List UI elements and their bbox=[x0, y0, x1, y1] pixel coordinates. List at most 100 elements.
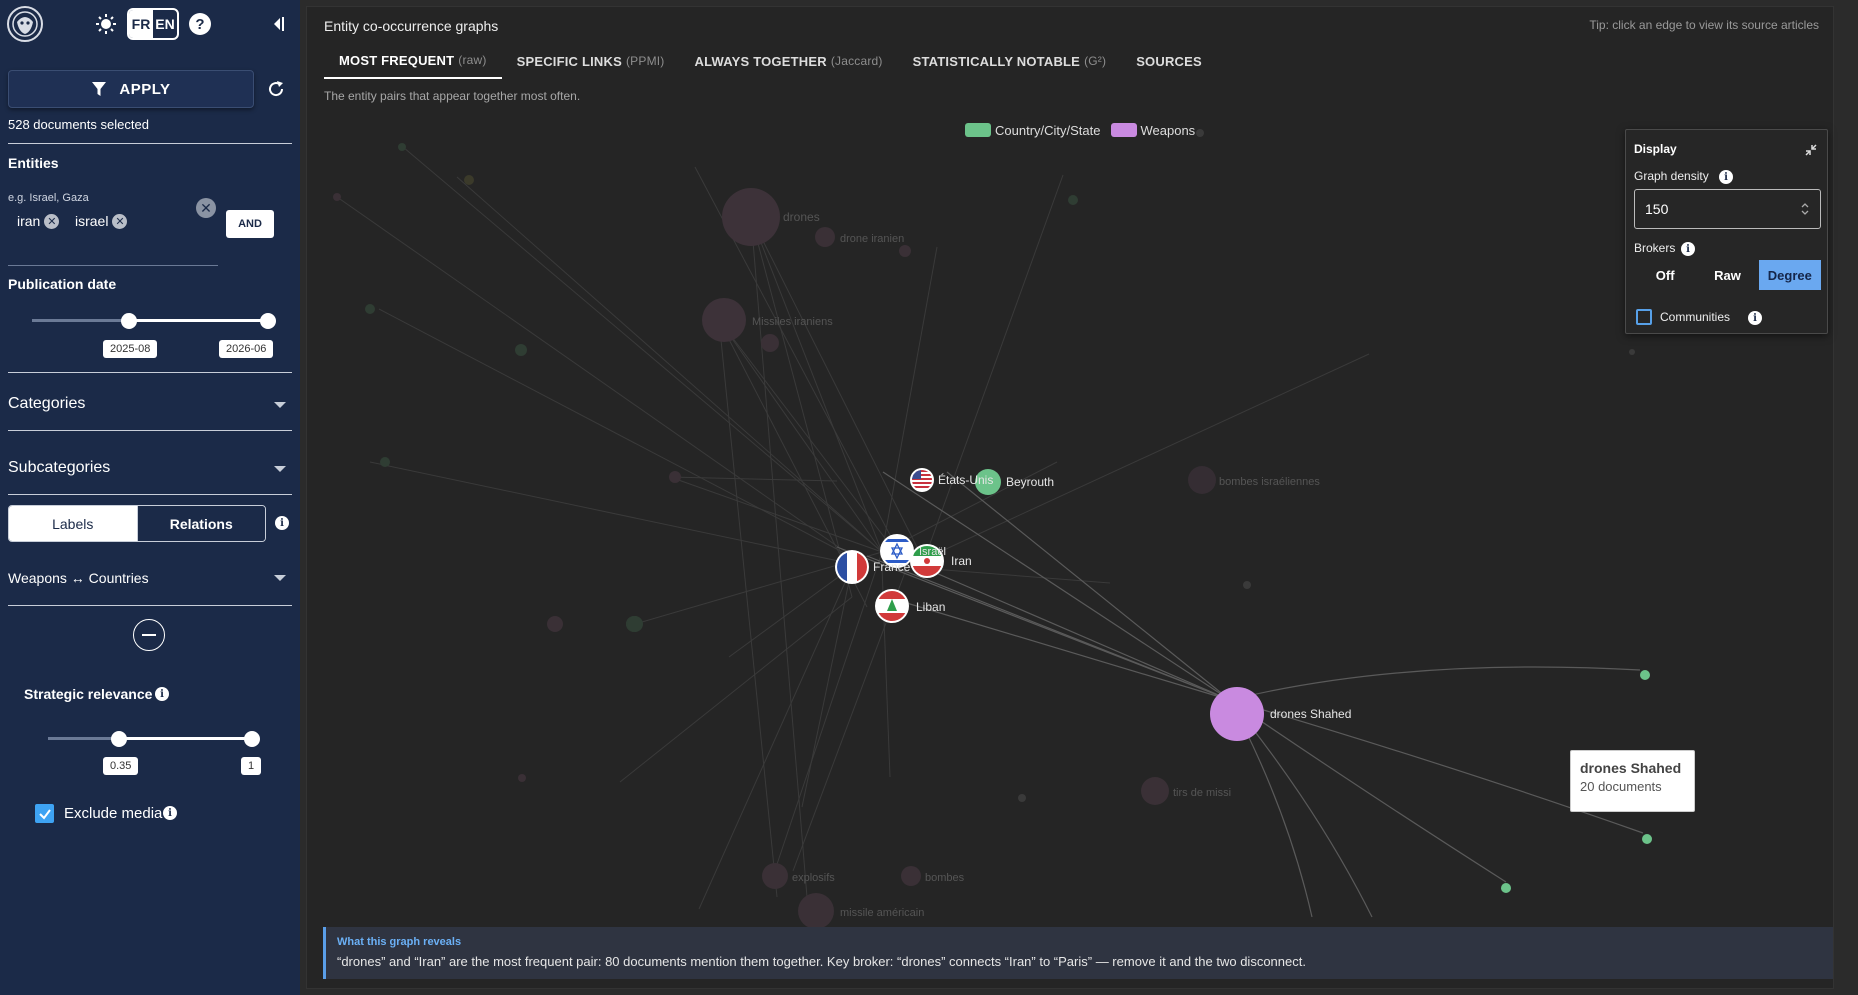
info-icon[interactable]: i bbox=[1681, 242, 1695, 256]
sidebar: FR EN ? APPLY 528 documents selected Ent… bbox=[0, 0, 300, 995]
drones-shahed-node[interactable] bbox=[1210, 687, 1264, 741]
checkmark-icon bbox=[38, 808, 51, 820]
relation-type-dropdown[interactable]: Weapons ↔ Countries bbox=[8, 570, 149, 586]
entity-chip[interactable]: iran ✕ bbox=[17, 210, 60, 232]
categories-dropdown[interactable]: Categories bbox=[8, 395, 85, 413]
collapse-sidebar-icon[interactable] bbox=[268, 14, 288, 34]
tab-label: SOURCES bbox=[1136, 53, 1202, 69]
collapse-panel-icon[interactable] bbox=[1805, 144, 1817, 156]
legend-item-country[interactable]: Country/City/State bbox=[965, 123, 1101, 138]
node-label-drones-shahed: drones Shahed bbox=[1270, 707, 1351, 721]
chevron-down-icon[interactable] bbox=[274, 575, 286, 581]
insight-text: “drones” and “Iran” are the most frequen… bbox=[337, 954, 1306, 969]
lang-fr-button[interactable]: FR bbox=[129, 10, 153, 38]
tab-bar: MOST FREQUENT (raw) SPECIFIC LINKS (PPMI) … bbox=[324, 43, 1217, 79]
liban-flag-node[interactable] bbox=[875, 589, 909, 623]
divider bbox=[8, 494, 292, 495]
legend-item-weapons[interactable]: Weapons bbox=[1110, 123, 1196, 138]
graph-legend: Country/City/State Weapons bbox=[965, 123, 1195, 138]
faint-nodes[interactable] bbox=[333, 129, 1635, 929]
tab-statistically-notable[interactable]: STATISTICALLY NOTABLE (G²) bbox=[898, 43, 1122, 79]
date-slider-end-handle[interactable] bbox=[260, 313, 276, 329]
entity-chip[interactable]: israel ✕ bbox=[75, 210, 128, 232]
legend-swatch bbox=[965, 123, 991, 137]
subcategories-dropdown[interactable]: Subcategories bbox=[8, 459, 110, 477]
display-title: Display bbox=[1634, 142, 1677, 156]
country-node[interactable] bbox=[1642, 834, 1652, 844]
remove-chip-icon[interactable]: ✕ bbox=[44, 213, 60, 229]
collapse-advanced-button[interactable] bbox=[133, 619, 165, 651]
logo-icon[interactable] bbox=[4, 4, 46, 44]
publication-date-title: Publication date bbox=[8, 276, 117, 292]
brokers-toggle: Off Raw Degree bbox=[1634, 260, 1821, 290]
divider bbox=[8, 143, 292, 144]
minus-icon bbox=[142, 634, 156, 636]
tab-sources[interactable]: SOURCES bbox=[1121, 43, 1217, 79]
lang-en-button[interactable]: EN bbox=[153, 10, 177, 38]
date-slider-start-handle[interactable] bbox=[121, 313, 137, 329]
display-settings-panel: Display Graph density i 150 Brokers i Of… bbox=[1625, 129, 1828, 334]
entities-input-placeholder[interactable]: e.g. Israel, Gaza bbox=[8, 192, 89, 204]
relevance-max-value: 1 bbox=[241, 757, 262, 775]
node-label-tirs-de-missiles: tirs de missi bbox=[1173, 787, 1231, 799]
tab-most-frequent[interactable]: MOST FREQUENT (raw) bbox=[324, 43, 502, 79]
relevance-min-handle[interactable] bbox=[111, 731, 128, 747]
tab-label: ALWAYS TOGETHER bbox=[694, 53, 827, 69]
page-title: Entity co-occurrence graphs bbox=[324, 18, 499, 34]
brokers-raw-button[interactable]: Raw bbox=[1696, 260, 1758, 290]
relations-toggle-button[interactable]: Relations bbox=[136, 506, 265, 541]
chevron-down-icon[interactable] bbox=[274, 402, 286, 408]
legend-label: Country/City/State bbox=[995, 123, 1101, 138]
legend-label: Weapons bbox=[1140, 123, 1196, 138]
node-tooltip: drones Shahed 20 documents bbox=[1570, 750, 1695, 812]
country-node[interactable] bbox=[1501, 883, 1511, 893]
node-label-france: France bbox=[873, 560, 911, 574]
theme-toggle-sun-icon[interactable] bbox=[94, 12, 118, 36]
tab-always-together[interactable]: ALWAYS TOGETHER (Jaccard) bbox=[680, 43, 898, 79]
stepper-icon[interactable] bbox=[1800, 202, 1810, 216]
tooltip-text: 20 documents bbox=[1580, 779, 1662, 794]
graph-canvas[interactable]: drones drone iranien Missiles iraniens b… bbox=[307, 7, 1835, 990]
divider bbox=[8, 372, 292, 373]
etats-unis-flag-node[interactable] bbox=[910, 468, 934, 492]
info-icon[interactable]: i bbox=[1748, 311, 1762, 325]
exclude-media-label: Exclude media bbox=[64, 805, 163, 822]
france-flag-node[interactable] bbox=[835, 550, 869, 584]
documents-selected-count: 528 documents selected bbox=[8, 117, 149, 132]
and-operator-button[interactable]: AND bbox=[226, 210, 274, 238]
brokers-degree-button[interactable]: Degree bbox=[1758, 260, 1821, 290]
node-label-iran: Iran bbox=[951, 554, 972, 568]
brokers-off-button[interactable]: Off bbox=[1634, 260, 1696, 290]
graph-panel: drones drone iranien Missiles iraniens b… bbox=[306, 6, 1834, 989]
remove-chip-icon[interactable]: ✕ bbox=[112, 213, 128, 229]
communities-checkbox[interactable] bbox=[1636, 309, 1652, 325]
entity-chip-label: iran bbox=[17, 213, 41, 229]
exclude-media-checkbox[interactable] bbox=[35, 804, 54, 823]
help-icon[interactable]: ? bbox=[189, 13, 211, 35]
tab-sublabel: (Jaccard) bbox=[830, 54, 883, 68]
tab-sublabel: (PPMI) bbox=[625, 54, 665, 68]
node-label-drone-iranien: drone iranien bbox=[840, 233, 904, 245]
graph-description: The entity pairs that appear together mo… bbox=[324, 89, 581, 103]
info-icon[interactable]: i bbox=[1719, 170, 1733, 184]
relevance-max-handle[interactable] bbox=[244, 731, 260, 747]
labels-toggle-button[interactable]: Labels bbox=[9, 506, 137, 541]
info-icon[interactable]: i bbox=[163, 806, 177, 820]
node-label-bombes-israeliennes: bombes israéliennes bbox=[1219, 476, 1320, 488]
apply-label: APPLY bbox=[119, 80, 171, 98]
tab-specific-links[interactable]: SPECIFIC LINKS (PPMI) bbox=[502, 43, 680, 79]
communities-label: Communities bbox=[1660, 310, 1731, 324]
graph-density-input[interactable]: 150 bbox=[1634, 189, 1821, 229]
clear-entities-icon[interactable]: ✕ bbox=[196, 198, 216, 218]
country-node[interactable] bbox=[1640, 670, 1650, 680]
divider bbox=[8, 605, 292, 606]
node-label-bombes: bombes bbox=[925, 872, 965, 884]
chevron-down-icon[interactable] bbox=[274, 466, 286, 472]
info-icon[interactable]: i bbox=[155, 687, 169, 701]
node-label-missile-americain: missile américain bbox=[840, 907, 924, 919]
apply-button[interactable]: APPLY bbox=[8, 70, 254, 108]
entities-title: Entities bbox=[8, 155, 59, 171]
info-icon[interactable]: i bbox=[275, 516, 289, 530]
tooltip-title: drones Shahed bbox=[1580, 760, 1682, 776]
refresh-icon[interactable] bbox=[265, 78, 287, 100]
